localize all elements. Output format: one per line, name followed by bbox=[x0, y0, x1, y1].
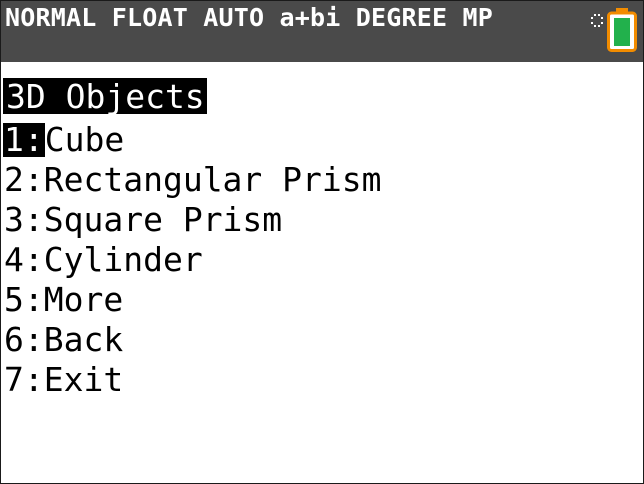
menu-item-cube[interactable]: 1:Cube bbox=[1, 120, 643, 160]
menu-item-back[interactable]: 6:Back bbox=[1, 320, 643, 360]
menu-item-label: Rectangular Prism bbox=[43, 160, 382, 199]
menu-item-label: More bbox=[43, 280, 124, 319]
menu-3d-objects: 3D Objects 1:Cube 2:Rectangular Prism 3:… bbox=[1, 77, 643, 400]
menu-item-label: Exit bbox=[43, 360, 124, 399]
menu-list: 1:Cube 2:Rectangular Prism 3:Square Pris… bbox=[1, 120, 643, 400]
menu-item-rectangular-prism[interactable]: 2:Rectangular Prism bbox=[1, 160, 643, 200]
status-bar: NORMAL FLOAT AUTO a+bi DEGREE MP bbox=[1, 1, 643, 62]
menu-item-number: 2: bbox=[4, 160, 44, 199]
menu-item-number: 5: bbox=[4, 280, 44, 319]
menu-item-number: 6: bbox=[4, 320, 44, 359]
menu-item-number: 3: bbox=[4, 200, 44, 239]
menu-title: 3D Objects bbox=[3, 78, 207, 115]
menu-item-number: 7: bbox=[4, 360, 44, 399]
menu-item-number: 1: bbox=[3, 120, 45, 159]
battery-icon bbox=[607, 8, 637, 52]
menu-item-more[interactable]: 5:More bbox=[1, 280, 643, 320]
menu-item-number: 4: bbox=[4, 240, 44, 279]
menu-item-label: Cylinder bbox=[43, 240, 203, 279]
menu-item-label: Square Prism bbox=[43, 200, 283, 239]
menu-item-exit[interactable]: 7:Exit bbox=[1, 360, 643, 400]
busy-indicator-icon bbox=[591, 14, 603, 27]
menu-item-label: Cube bbox=[44, 120, 125, 159]
mode-status-text: NORMAL FLOAT AUTO a+bi DEGREE MP bbox=[5, 3, 494, 32]
calculator-screen: NORMAL FLOAT AUTO a+bi DEGREE MP 3D Obje… bbox=[0, 0, 644, 484]
menu-item-cylinder[interactable]: 4:Cylinder bbox=[1, 240, 643, 280]
menu-item-square-prism[interactable]: 3:Square Prism bbox=[1, 200, 643, 240]
menu-item-label: Back bbox=[43, 320, 124, 359]
